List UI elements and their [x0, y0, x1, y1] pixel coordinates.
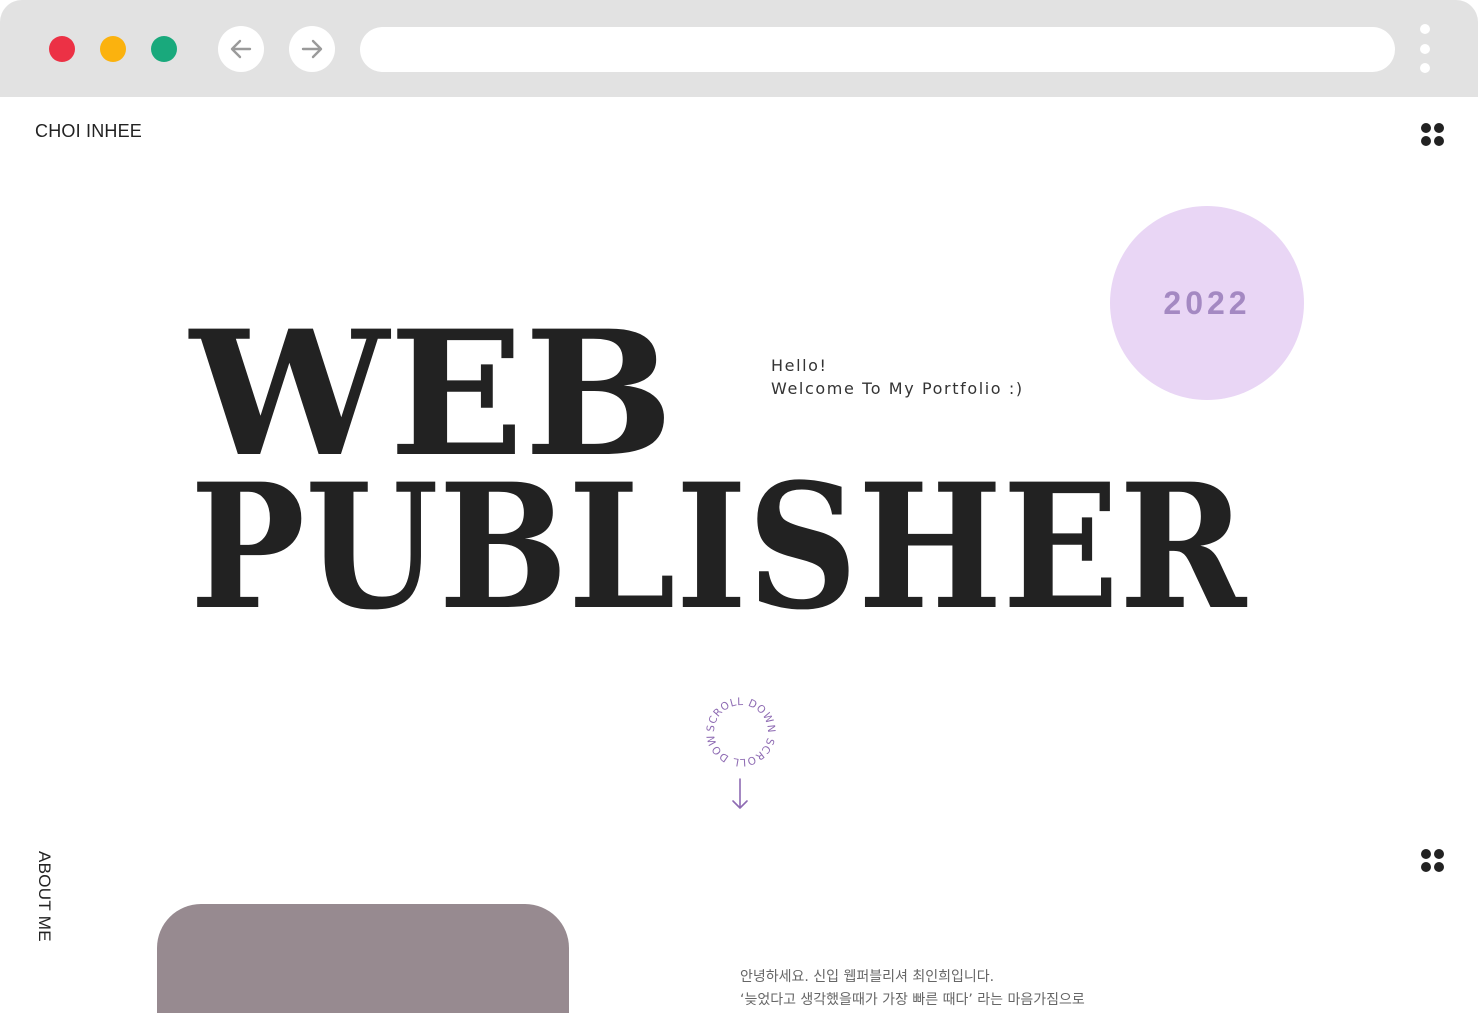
grid-dots-icon[interactable]: [1421, 849, 1445, 873]
back-button[interactable]: [218, 26, 264, 72]
intro-text: 안녕하세요. 신입 웹퍼블리셔 최인희입니다. ‘늦었다고 생각했을때가 가장 …: [740, 966, 1085, 1012]
about-me-label[interactable]: ABOUT ME: [34, 851, 54, 942]
greeting-line-2: Welcome To My Portfolio :): [771, 379, 1024, 398]
hero-title-line-2: PUBLISHER: [190, 445, 1247, 648]
browser-chrome: [0, 0, 1478, 97]
site-logo[interactable]: CHOI INHEE: [35, 121, 142, 142]
maximize-window-button[interactable]: [151, 36, 177, 62]
minimize-window-button[interactable]: [100, 36, 126, 62]
close-window-button[interactable]: [49, 36, 75, 62]
scroll-down-badge[interactable]: SCROLL DOWN SCROLL DOWN: [703, 694, 779, 770]
year-label: 2022: [1163, 284, 1251, 321]
scroll-down-text: SCROLL DOWN SCROLL DOWN: [703, 694, 777, 768]
intro-line-2: ‘늦었다고 생각했을때가 가장 빠른 때다’ 라는 마음가짐으로: [740, 992, 1085, 1008]
arrow-down-icon[interactable]: [731, 778, 749, 810]
svg-text:SCROLL DOWN SCROLL DOWN: SCROLL DOWN SCROLL DOWN: [703, 694, 777, 768]
greeting-line-1: Hello!: [771, 356, 828, 375]
arrow-right-icon: [301, 39, 323, 59]
arrow-left-icon: [230, 39, 252, 59]
intro-line-1: 안녕하세요. 신입 웹퍼블리셔 최인희입니다.: [740, 969, 995, 985]
address-bar[interactable]: [360, 27, 1395, 72]
greeting-text: Hello! Welcome To My Portfolio :): [771, 354, 1024, 400]
kebab-menu-icon[interactable]: [1416, 24, 1434, 76]
grid-dots-icon[interactable]: [1421, 123, 1445, 147]
profile-photo: [157, 904, 569, 1013]
year-badge: 2022: [1110, 206, 1304, 400]
forward-button[interactable]: [289, 26, 335, 72]
